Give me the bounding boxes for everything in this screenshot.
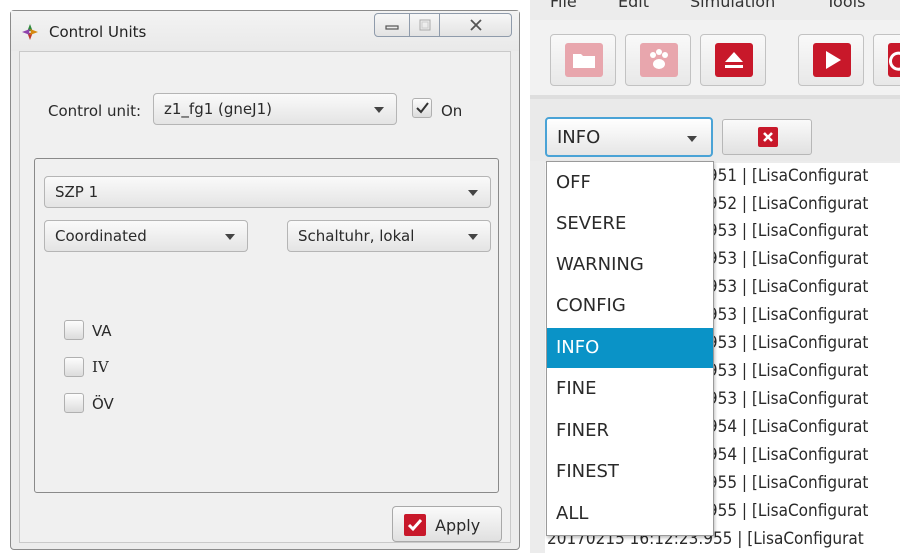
chevron-down-icon (468, 234, 478, 240)
option-fine[interactable]: FINE (547, 369, 713, 409)
toolbar (530, 20, 900, 95)
program-select[interactable]: SZP 1 (44, 176, 491, 208)
main-window: File Edit Simulation Tools .951 | [LisaC… (530, 0, 900, 553)
option-finer[interactable]: FINER (547, 411, 713, 451)
iv-label: IV (92, 358, 109, 376)
title-bar: Control Units (11, 11, 519, 51)
log-level-select[interactable]: INFO (545, 117, 713, 157)
chevron-down-icon (687, 136, 697, 142)
option-off[interactable]: OFF (547, 163, 713, 203)
schedule-select[interactable]: Schaltuhr, lokal (287, 220, 491, 252)
ov-label: ÖV (92, 395, 114, 413)
menu-file[interactable]: File (550, 0, 577, 11)
schedule-value: Schaltuhr, lokal (298, 227, 415, 245)
menu-tools[interactable]: Tools (826, 0, 865, 11)
chevron-down-icon (225, 234, 235, 240)
reload-icon (888, 43, 900, 77)
option-finest[interactable]: FINEST (547, 452, 713, 492)
checkmark-icon (416, 102, 429, 114)
maximize-button[interactable] (410, 13, 440, 37)
paw-icon (640, 43, 678, 77)
menu-simulation[interactable]: Simulation (690, 0, 775, 11)
checkmark-icon (404, 514, 426, 536)
log-level-value: INFO (557, 127, 601, 148)
dialog-body: Control unit: z1_fg1 (gneJ1) On SZP 1 Co… (19, 51, 511, 543)
reload-button[interactable] (873, 34, 900, 86)
play-icon (813, 43, 851, 77)
open-button[interactable] (550, 34, 616, 86)
window-controls (374, 13, 512, 37)
option-warning[interactable]: WARNING (547, 245, 713, 285)
control-unit-select[interactable]: z1_fg1 (gneJ1) (153, 93, 397, 125)
mode-select[interactable]: Coordinated (44, 220, 248, 252)
close-button[interactable] (440, 13, 512, 37)
control-unit-value: z1_fg1 (gneJ1) (164, 100, 272, 118)
option-all[interactable]: ALL (547, 494, 713, 534)
clear-log-button[interactable] (722, 119, 812, 155)
on-checkbox[interactable] (412, 98, 432, 118)
maximize-icon (419, 19, 430, 31)
close-icon (469, 19, 482, 31)
paw-button[interactable] (625, 34, 691, 86)
dialog-title: Control Units (49, 23, 147, 41)
ov-checkbox[interactable] (64, 393, 84, 413)
apply-button[interactable]: Apply (392, 506, 502, 542)
play-button[interactable] (798, 34, 864, 86)
iv-checkbox[interactable] (64, 357, 84, 377)
apply-label: Apply (435, 516, 481, 535)
app-icon (21, 23, 39, 41)
log-level-dropdown: OFF SEVERE WARNING CONFIG INFO FINE FINE… (546, 161, 714, 536)
control-unit-label: Control unit: (48, 102, 142, 120)
eject-icon (715, 43, 753, 77)
menu-edit[interactable]: Edit (618, 0, 649, 11)
on-label: On (441, 102, 463, 120)
screenshot-root: Control Units Control unit: z1_fg1 (gneJ… (0, 0, 900, 553)
va-checkbox[interactable] (64, 320, 84, 340)
minimize-icon (385, 25, 399, 30)
chevron-down-icon (374, 107, 384, 113)
control-units-dialog: Control Units Control unit: z1_fg1 (gneJ… (10, 10, 520, 550)
chevron-down-icon (468, 190, 478, 196)
option-info[interactable]: INFO (547, 328, 713, 368)
va-label: VA (92, 322, 112, 340)
option-severe[interactable]: SEVERE (547, 204, 713, 244)
program-value: SZP 1 (55, 183, 99, 201)
option-config[interactable]: CONFIG (547, 286, 713, 326)
eject-button[interactable] (700, 34, 766, 86)
close-icon (758, 127, 778, 147)
folder-icon (565, 43, 603, 77)
menu-bar: File Edit Simulation Tools (530, 0, 900, 20)
mode-value: Coordinated (55, 227, 147, 245)
minimize-button[interactable] (374, 13, 410, 37)
